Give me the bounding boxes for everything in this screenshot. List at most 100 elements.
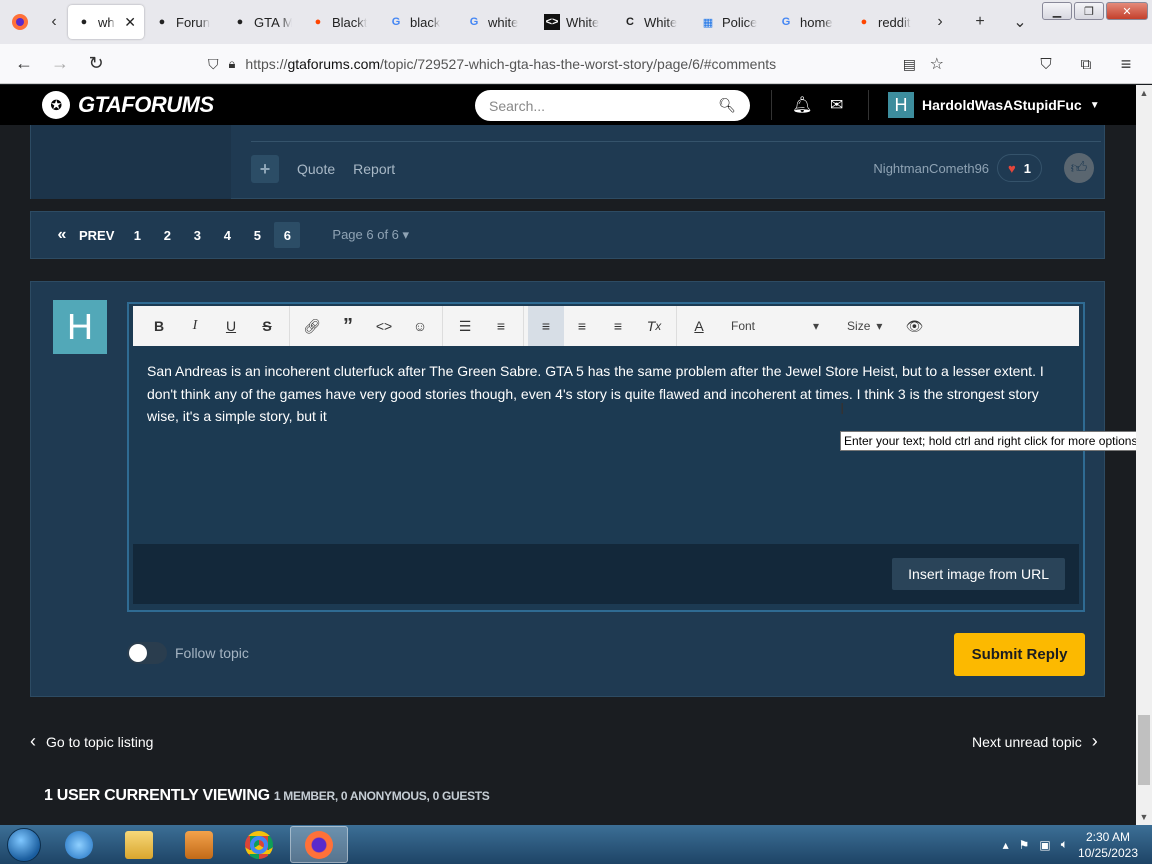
browser-tab[interactable]: ● GTA M bbox=[224, 5, 300, 39]
reload-icon[interactable]: ↻ bbox=[78, 48, 114, 80]
browser-tab[interactable]: <> White bbox=[536, 5, 612, 39]
page-jump-dropdown[interactable]: Page 6 of 6 ▾ bbox=[332, 227, 409, 243]
preview-eye-icon[interactable]: 👁︎ bbox=[896, 306, 932, 346]
search-icon[interactable]: 🔍︎ bbox=[718, 97, 736, 114]
numbered-list-icon[interactable]: ≡ bbox=[483, 306, 519, 346]
text-color-icon[interactable]: A bbox=[681, 306, 717, 346]
tray-expand-icon[interactable]: ▴ bbox=[1003, 838, 1009, 852]
close-tab-icon[interactable]: ✕ bbox=[124, 14, 136, 31]
media-player-icon[interactable] bbox=[170, 826, 228, 863]
page-link[interactable]: 1 bbox=[124, 222, 150, 248]
clock[interactable]: 2:30 AM 10/25/2023 bbox=[1078, 829, 1138, 861]
scroll-down-icon[interactable]: ▼ bbox=[1136, 809, 1152, 825]
browser-tab[interactable]: ● Blackt bbox=[302, 5, 378, 39]
go-to-topic-listing-link[interactable]: ‹ Go to topic listing bbox=[30, 731, 153, 752]
editor-textarea[interactable]: San Andreas is an incoherent cluterfuck … bbox=[147, 360, 1067, 428]
scroll-up-icon[interactable]: ▲ bbox=[1136, 85, 1152, 101]
page-link[interactable]: 4 bbox=[214, 222, 240, 248]
lock-icon[interactable]: 🔒︎ bbox=[229, 56, 236, 72]
bell-icon[interactable]: 🔔︎ bbox=[792, 95, 812, 115]
shield-icon[interactable]: ⛉ bbox=[208, 56, 219, 73]
list-tabs-icon[interactable]: ⌄ bbox=[1006, 6, 1034, 38]
tab-scroll-left-icon[interactable]: ‹ bbox=[40, 6, 68, 38]
internet-explorer-icon[interactable] bbox=[50, 826, 108, 863]
size-dropdown[interactable]: Size ▾ bbox=[833, 306, 896, 346]
reaction-count: 1 bbox=[1023, 160, 1031, 176]
insert-image-url-button[interactable]: Insert image from URL bbox=[892, 558, 1065, 590]
prev-page-button[interactable]: PREV bbox=[79, 222, 114, 248]
report-button[interactable]: Report bbox=[353, 161, 395, 177]
bold-button[interactable]: B bbox=[141, 306, 177, 346]
page-scrollbar[interactable]: ▲ ▼ bbox=[1136, 85, 1152, 825]
browser-tab[interactable]: Gblack bbox=[380, 5, 456, 39]
browser-tab[interactable]: Ghome bbox=[770, 5, 846, 39]
flag-icon[interactable]: ⚑ bbox=[1019, 838, 1030, 852]
search-input[interactable]: Search... 🔍︎ bbox=[475, 90, 750, 121]
divider bbox=[251, 141, 1101, 142]
address-bar[interactable]: ⛉ 🔒︎ https://gtaforums.com/topic/729527-… bbox=[200, 49, 952, 79]
quote-button[interactable]: Quote bbox=[297, 161, 335, 177]
link-icon[interactable]: 🔗︎ bbox=[294, 306, 330, 346]
volume-icon[interactable]: 🔈︎ bbox=[1061, 837, 1068, 852]
close-window-icon[interactable]: ✕ bbox=[1106, 2, 1148, 20]
browser-tab[interactable]: C White bbox=[614, 5, 690, 39]
back-icon[interactable]: ← bbox=[6, 48, 42, 80]
remove-format-icon[interactable]: Tx bbox=[636, 306, 672, 346]
browser-tab[interactable]: Gwhite bbox=[458, 5, 534, 39]
first-page-button[interactable]: « bbox=[49, 222, 75, 248]
chevron-left-icon: ‹ bbox=[30, 731, 36, 751]
italic-button[interactable]: I bbox=[177, 306, 213, 346]
reply-form: H B I U S 🔗︎ ” <> ☺ ☰ ≡ ≡ ≡ ≡ Tx A Font … bbox=[30, 281, 1105, 697]
page-link[interactable]: 2 bbox=[154, 222, 180, 248]
code-icon[interactable]: <> bbox=[366, 306, 402, 346]
reader-view-icon[interactable]: ▤ bbox=[903, 56, 916, 73]
like-icon[interactable]: 👍︎ bbox=[1064, 153, 1094, 183]
quote-icon[interactable]: ” bbox=[330, 306, 366, 346]
emoji-icon[interactable]: ☺ bbox=[402, 306, 438, 346]
align-right-icon[interactable]: ≡ bbox=[600, 306, 636, 346]
browser-tab[interactable]: ▦ Police bbox=[692, 5, 768, 39]
toggle-switch[interactable] bbox=[127, 642, 167, 664]
post-author-column bbox=[31, 125, 231, 199]
next-unread-topic-link[interactable]: Next unread topic › bbox=[972, 731, 1098, 752]
firefox-menu-icon[interactable] bbox=[0, 0, 40, 44]
network-icon[interactable]: ▣ bbox=[1039, 838, 1050, 852]
bullet-list-icon[interactable]: ☰ bbox=[447, 306, 483, 346]
browser-tab[interactable]: ● reddit bbox=[848, 5, 924, 39]
firefox-taskbar-icon[interactable] bbox=[290, 826, 348, 863]
chrome-icon[interactable] bbox=[230, 826, 288, 863]
browser-tab[interactable]: ● wh ✕ bbox=[68, 5, 144, 39]
post-author-link[interactable]: NightmanCometh96 bbox=[873, 161, 989, 176]
submit-reply-button[interactable]: Submit Reply bbox=[954, 633, 1085, 676]
file-explorer-icon[interactable] bbox=[110, 826, 168, 863]
browser-tab[interactable]: ● Forun bbox=[146, 5, 222, 39]
minimize-icon[interactable]: ▁ bbox=[1042, 2, 1072, 20]
current-page[interactable]: 6 bbox=[274, 222, 301, 248]
envelope-icon[interactable]: ✉ bbox=[830, 95, 843, 115]
new-tab-icon[interactable]: + bbox=[966, 6, 994, 38]
site-logo[interactable]: ✪ GTAFORUMS bbox=[42, 91, 214, 119]
pocket-icon[interactable]: ⛉ bbox=[1028, 48, 1064, 80]
start-button[interactable] bbox=[0, 825, 48, 864]
menu-icon[interactable]: ≡ bbox=[1108, 48, 1144, 80]
bookmark-star-icon[interactable]: ☆ bbox=[930, 54, 944, 74]
align-center-icon[interactable]: ≡ bbox=[564, 306, 600, 346]
align-left-icon[interactable]: ≡ bbox=[528, 306, 564, 346]
strikethrough-button[interactable]: S bbox=[249, 306, 285, 346]
tab-title: White bbox=[566, 14, 600, 30]
follow-topic-toggle[interactable]: Follow topic bbox=[127, 642, 249, 664]
scroll-thumb[interactable] bbox=[1138, 715, 1150, 785]
user-menu[interactable]: H HardoldWasAStupidFuc ▼ bbox=[888, 92, 1100, 118]
underline-button[interactable]: U bbox=[213, 306, 249, 346]
page-link[interactable]: 3 bbox=[184, 222, 210, 248]
font-dropdown[interactable]: Font ▾ bbox=[717, 306, 833, 346]
forward-icon[interactable]: → bbox=[42, 48, 78, 80]
gta-icon: ● bbox=[80, 16, 88, 28]
restore-icon[interactable]: ❐ bbox=[1074, 2, 1104, 20]
tab-scroll-right-icon[interactable]: › bbox=[926, 6, 954, 38]
reaction-badge[interactable]: ♥ 1 bbox=[997, 154, 1042, 182]
extensions-icon[interactable]: ⧉ bbox=[1068, 48, 1104, 80]
url-text[interactable]: https://gtaforums.com/topic/729527-which… bbox=[245, 56, 776, 72]
page-link[interactable]: 5 bbox=[244, 222, 270, 248]
multiquote-button[interactable]: + bbox=[251, 155, 279, 183]
